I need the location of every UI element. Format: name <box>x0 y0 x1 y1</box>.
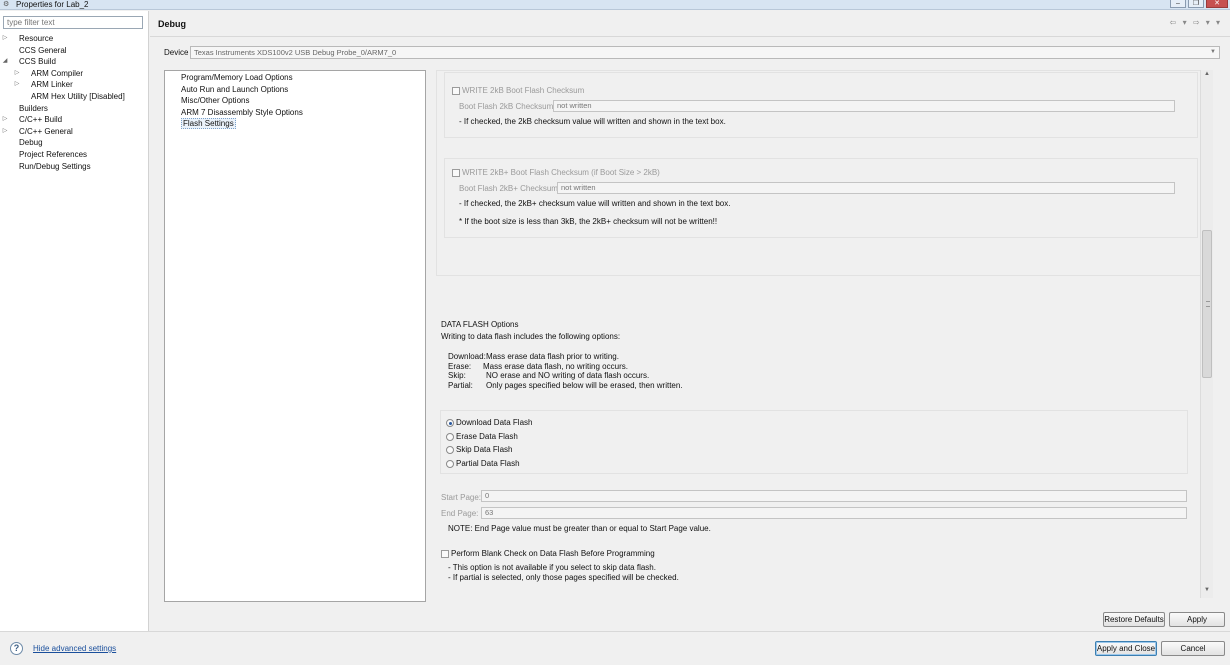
tree-item[interactable]: Run/Debug Settings <box>0 161 149 173</box>
data-flash-radio[interactable] <box>446 419 454 427</box>
desc-value: NO erase and NO writing of data flash oc… <box>486 371 650 380</box>
tree-item[interactable]: Debug <box>0 137 149 149</box>
tree-item-label: Project References <box>19 149 88 159</box>
data-flash-title: DATA FLASH Options <box>441 320 519 329</box>
blank-check-checkbox[interactable] <box>441 550 449 558</box>
page-note: NOTE: End Page value must be greater tha… <box>448 524 711 533</box>
tree-item[interactable]: CCS General <box>0 45 149 57</box>
start-page-field[interactable]: 0 <box>481 490 1187 502</box>
tree-item-label: C/C++ General <box>19 126 73 136</box>
tree-item[interactable]: ARM Hex Utility [Disabled] <box>0 91 149 103</box>
device-label: Device <box>164 48 189 57</box>
category-list: Program/Memory Load Options Auto Run and… <box>164 70 426 602</box>
tree-item[interactable]: Builders <box>0 103 149 115</box>
history-nav-icons[interactable]: ⇦ ▾ ⇨ ▾ ▾ <box>1170 18 1222 27</box>
blank-check-note-1: - This option is not available if you se… <box>448 563 656 572</box>
desc-key: Download: <box>448 352 486 361</box>
title-bar: ⚙ Properties for Lab_2 – ❐ ✕ <box>0 0 1230 10</box>
tree-item[interactable]: ▷ ARM Compiler <box>0 68 149 80</box>
tree-item-label: Builders <box>19 103 48 113</box>
data-flash-radio-label: Download Data Flash <box>456 418 533 427</box>
cancel-button[interactable]: Cancel <box>1161 641 1225 656</box>
collapsed-arrow-icon[interactable]: ▷ <box>1 126 9 138</box>
maximize-button[interactable]: ❐ <box>1188 0 1204 8</box>
category-misc[interactable]: Misc/Other Options <box>181 96 249 105</box>
expanded-arrow-icon[interactable]: ◢ <box>1 56 9 68</box>
window-title: Properties for Lab_2 <box>16 0 89 9</box>
tree-item[interactable]: ▷ C/C++ Build <box>0 114 149 126</box>
page-title: Debug <box>158 19 186 29</box>
category-flash-settings[interactable]: Flash Settings <box>181 118 236 129</box>
desc-key: Partial: <box>448 380 473 390</box>
desc-value: Only pages specified below will be erase… <box>486 380 683 390</box>
tree-item[interactable]: ◢ CCS Build <box>0 56 149 68</box>
chevron-down-icon: ▼ <box>1210 49 1216 55</box>
help-icon[interactable]: ? <box>10 642 23 655</box>
boot-flash-frame <box>436 70 1206 276</box>
property-tree: ▷ Resource CCS General ◢ CCS Build ▷ ARM Compi… <box>0 33 149 172</box>
data-flash-radio-label: Partial Data Flash <box>456 458 520 468</box>
collapsed-arrow-icon[interactable]: ▷ <box>13 79 21 91</box>
close-button[interactable]: ✕ <box>1206 0 1228 8</box>
data-flash-radio[interactable] <box>446 446 454 454</box>
collapsed-arrow-icon[interactable]: ▷ <box>13 68 21 80</box>
tree-item[interactable]: ▷ Resource <box>0 33 149 45</box>
end-page-field[interactable]: 63 <box>481 507 1187 519</box>
apply-and-close-button[interactable]: Apply and Close <box>1095 641 1157 656</box>
desc-key: Erase: <box>448 361 472 371</box>
property-tree-pane: ▷ResourceCCS General◢CCS Build▷ARM Compi… <box>0 11 149 631</box>
tree-item[interactable]: ▷ ARM Linker <box>0 79 149 91</box>
apply-button[interactable]: Apply <box>1169 612 1225 627</box>
filter-input[interactable] <box>3 16 143 29</box>
start-page-label: Start Page: <box>441 493 482 502</box>
tree-item-label: CCS Build <box>19 57 56 67</box>
content-scrollbar[interactable]: ▲ ▼ <box>1200 70 1213 598</box>
tree-item-label: Resource <box>19 34 54 43</box>
hide-advanced-link[interactable]: Hide advanced settings <box>33 644 116 653</box>
desc-key: Skip: <box>448 371 466 380</box>
category-program-memory[interactable]: Program/Memory Load Options <box>181 73 293 82</box>
tree-item-label: Debug <box>19 137 43 149</box>
collapsed-arrow-icon[interactable]: ▷ <box>1 114 9 126</box>
category-disassembly[interactable]: ARM 7 Disassembly Style Options <box>181 108 303 117</box>
app-icon: ⚙ <box>3 1 10 8</box>
tree-item[interactable]: ▷ C/C++ General <box>0 126 149 138</box>
tree-item-label: ARM Compiler <box>31 68 84 78</box>
desc-value: Mass erase data flash prior to writing. <box>486 352 619 361</box>
category-auto-run[interactable]: Auto Run and Launch Options <box>181 85 288 94</box>
data-flash-intro: Writing to data flash includes the follo… <box>441 332 621 341</box>
data-flash-radio-label: Erase Data Flash <box>456 431 518 441</box>
scroll-up-icon[interactable]: ▲ <box>1202 71 1212 81</box>
tree-item-label: ARM Linker <box>31 80 73 90</box>
tree-item-label: ARM Hex Utility [Disabled] <box>31 91 125 101</box>
end-page-label: End Page: <box>441 509 479 518</box>
device-select[interactable]: Texas Instruments XDS100v2 USB Debug Pro… <box>190 46 1220 59</box>
tree-item-label: Run/Debug Settings <box>19 161 91 171</box>
scroll-thumb[interactable] <box>1202 230 1212 378</box>
desc-value: Mass erase data flash, no writing occurs… <box>483 361 628 371</box>
blank-check-note-2: - If partial is selected, only those pag… <box>448 573 679 582</box>
grip-icon <box>1206 301 1210 307</box>
restore-defaults-button[interactable]: Restore Defaults <box>1103 612 1165 627</box>
tree-item[interactable]: Project References <box>0 149 149 161</box>
scroll-down-icon[interactable]: ▼ <box>1202 587 1212 597</box>
tree-item-label: CCS General <box>19 45 67 55</box>
data-flash-radio[interactable] <box>446 459 454 468</box>
data-flash-radio-group: Download Data Flash Erase Data Flash Skip … <box>440 410 1188 474</box>
collapsed-arrow-icon[interactable]: ▷ <box>1 33 9 45</box>
blank-check-label: Perform Blank Check on Data Flash Before… <box>451 549 655 558</box>
device-value: Texas Instruments XDS100v2 USB Debug Pro… <box>194 48 397 57</box>
minimize-button[interactable]: – <box>1170 0 1186 8</box>
header-divider <box>150 36 1230 37</box>
dialog-footer: ? Hide advanced settings Apply and Close… <box>0 631 1230 665</box>
data-flash-radio[interactable] <box>446 432 454 441</box>
flash-settings-panel: WRITE 2kB Boot Flash Checksum Boot Flash… <box>432 70 1212 598</box>
data-flash-radio-label: Skip Data Flash <box>456 445 513 454</box>
tree-item-label: C/C++ Build <box>19 115 63 125</box>
